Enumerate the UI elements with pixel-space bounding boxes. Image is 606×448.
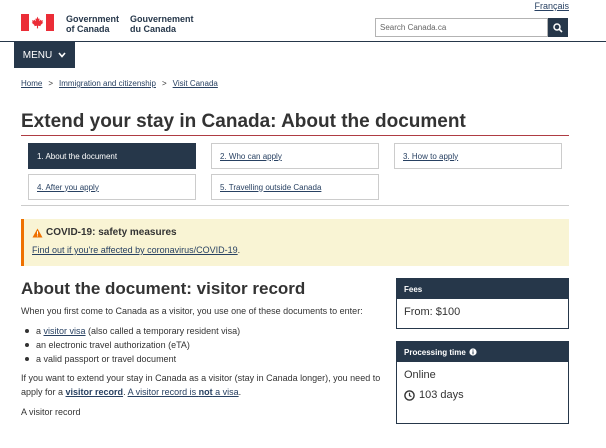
figure-caption: A visitor record (21, 407, 81, 417)
not-a-visa-link[interactable]: A visitor record is not a visa (128, 387, 239, 397)
bullet1-prefix: a (36, 326, 44, 336)
step-travelling-outside-canada[interactable]: 5. Travelling outside Canada (211, 174, 379, 200)
title-underline (21, 135, 569, 136)
clock-icon (404, 389, 415, 401)
breadcrumb-separator: > (48, 79, 54, 88)
breadcrumb: Home > Immigration and citizenship > Vis… (21, 79, 218, 88)
covid-alert: COVID-19: safety measures Find out if yo… (21, 219, 569, 266)
processing-time-value: 103 days (419, 389, 464, 401)
info-icon[interactable] (469, 348, 477, 356)
extend-paragraph: If you want to extend your stay in Canad… (21, 371, 389, 399)
fees-value: From: $100 (404, 306, 461, 318)
search-input[interactable] (375, 18, 548, 37)
visitor-record-link-label: visitor record (65, 387, 124, 397)
document-list: a visitor visa (also called a temporary … (25, 324, 389, 366)
breadcrumb-immigration[interactable]: Immigration and citizenship (59, 79, 156, 88)
site-search (375, 18, 568, 37)
search-icon (553, 22, 563, 33)
list-item: a visitor visa (also called a temporary … (25, 324, 389, 338)
search-button[interactable] (548, 18, 568, 37)
breadcrumb-visit-canada[interactable]: Visit Canada (173, 79, 218, 88)
section-body: When you first come to Canada as a visit… (21, 304, 389, 425)
language-toggle-link[interactable]: Français (534, 1, 569, 11)
not-visa-part3: a visa (212, 387, 239, 397)
signature-french: Gouvernement du Canada (130, 14, 194, 34)
alert-link-suffix: . (237, 245, 241, 255)
menu-button[interactable]: MENU (14, 42, 75, 68)
step-nav-divider (21, 205, 569, 206)
covid-info-link[interactable]: Find out if you're affected by coronavir… (32, 245, 238, 255)
government-signature[interactable]: Government of Canada Gouvernement du Can… (21, 14, 205, 34)
processing-heading: Processing time (397, 342, 568, 362)
extend-end: . (238, 387, 242, 397)
not-visa-part2: not (198, 387, 213, 397)
not-visa-part1: A visitor record is (127, 387, 199, 397)
step-how-to-apply[interactable]: 3. How to apply (394, 143, 562, 169)
breadcrumb-separator: > (161, 79, 167, 88)
signature-fr-line2: du Canada (130, 24, 177, 34)
bullet2-text: an electronic travel authorization (eTA) (36, 340, 190, 350)
breadcrumb-home[interactable]: Home (21, 79, 42, 88)
canada-flag-icon (21, 14, 54, 31)
signature-english: Government of Canada (66, 14, 119, 34)
alert-title: COVID-19: safety measures (46, 227, 177, 238)
visitor-record-link[interactable]: visitor record (66, 387, 124, 397)
signature-en-line2: of Canada (66, 24, 110, 34)
list-item: a valid passport or travel document (25, 352, 389, 366)
fees-panel: Fees From: $100 (396, 278, 569, 329)
intro-text: When you first come to Canada as a visit… (21, 306, 363, 316)
processing-time-panel: Processing time Online 103 days (396, 341, 569, 424)
bullet3-text: a valid passport or travel document (36, 354, 177, 364)
header-divider (0, 41, 606, 42)
warning-icon (32, 228, 43, 237)
visitor-visa-link[interactable]: visitor visa (44, 326, 86, 336)
step-after-you-apply[interactable]: 4. After you apply (28, 174, 196, 200)
processing-mode: Online (404, 369, 436, 381)
menu-label: MENU (22, 49, 53, 61)
signature-en-line1: Government (66, 14, 120, 24)
signature-fr-line1: Gouvernement (130, 14, 194, 24)
page-title: Extend your stay in Canada: About the do… (21, 111, 466, 132)
bullet1-suffix: (also called a temporary resident visa) (85, 326, 241, 336)
list-item: an electronic travel authorization (eTA) (25, 338, 389, 352)
section-title: About the document: visitor record (21, 279, 306, 298)
chevron-down-icon (58, 52, 66, 58)
processing-heading-label: Processing time (404, 347, 466, 357)
step-who-can-apply[interactable]: 2. Who can apply (211, 143, 379, 169)
step-about-document[interactable]: 1. About the document (28, 143, 196, 169)
fees-heading: Fees (397, 279, 568, 299)
